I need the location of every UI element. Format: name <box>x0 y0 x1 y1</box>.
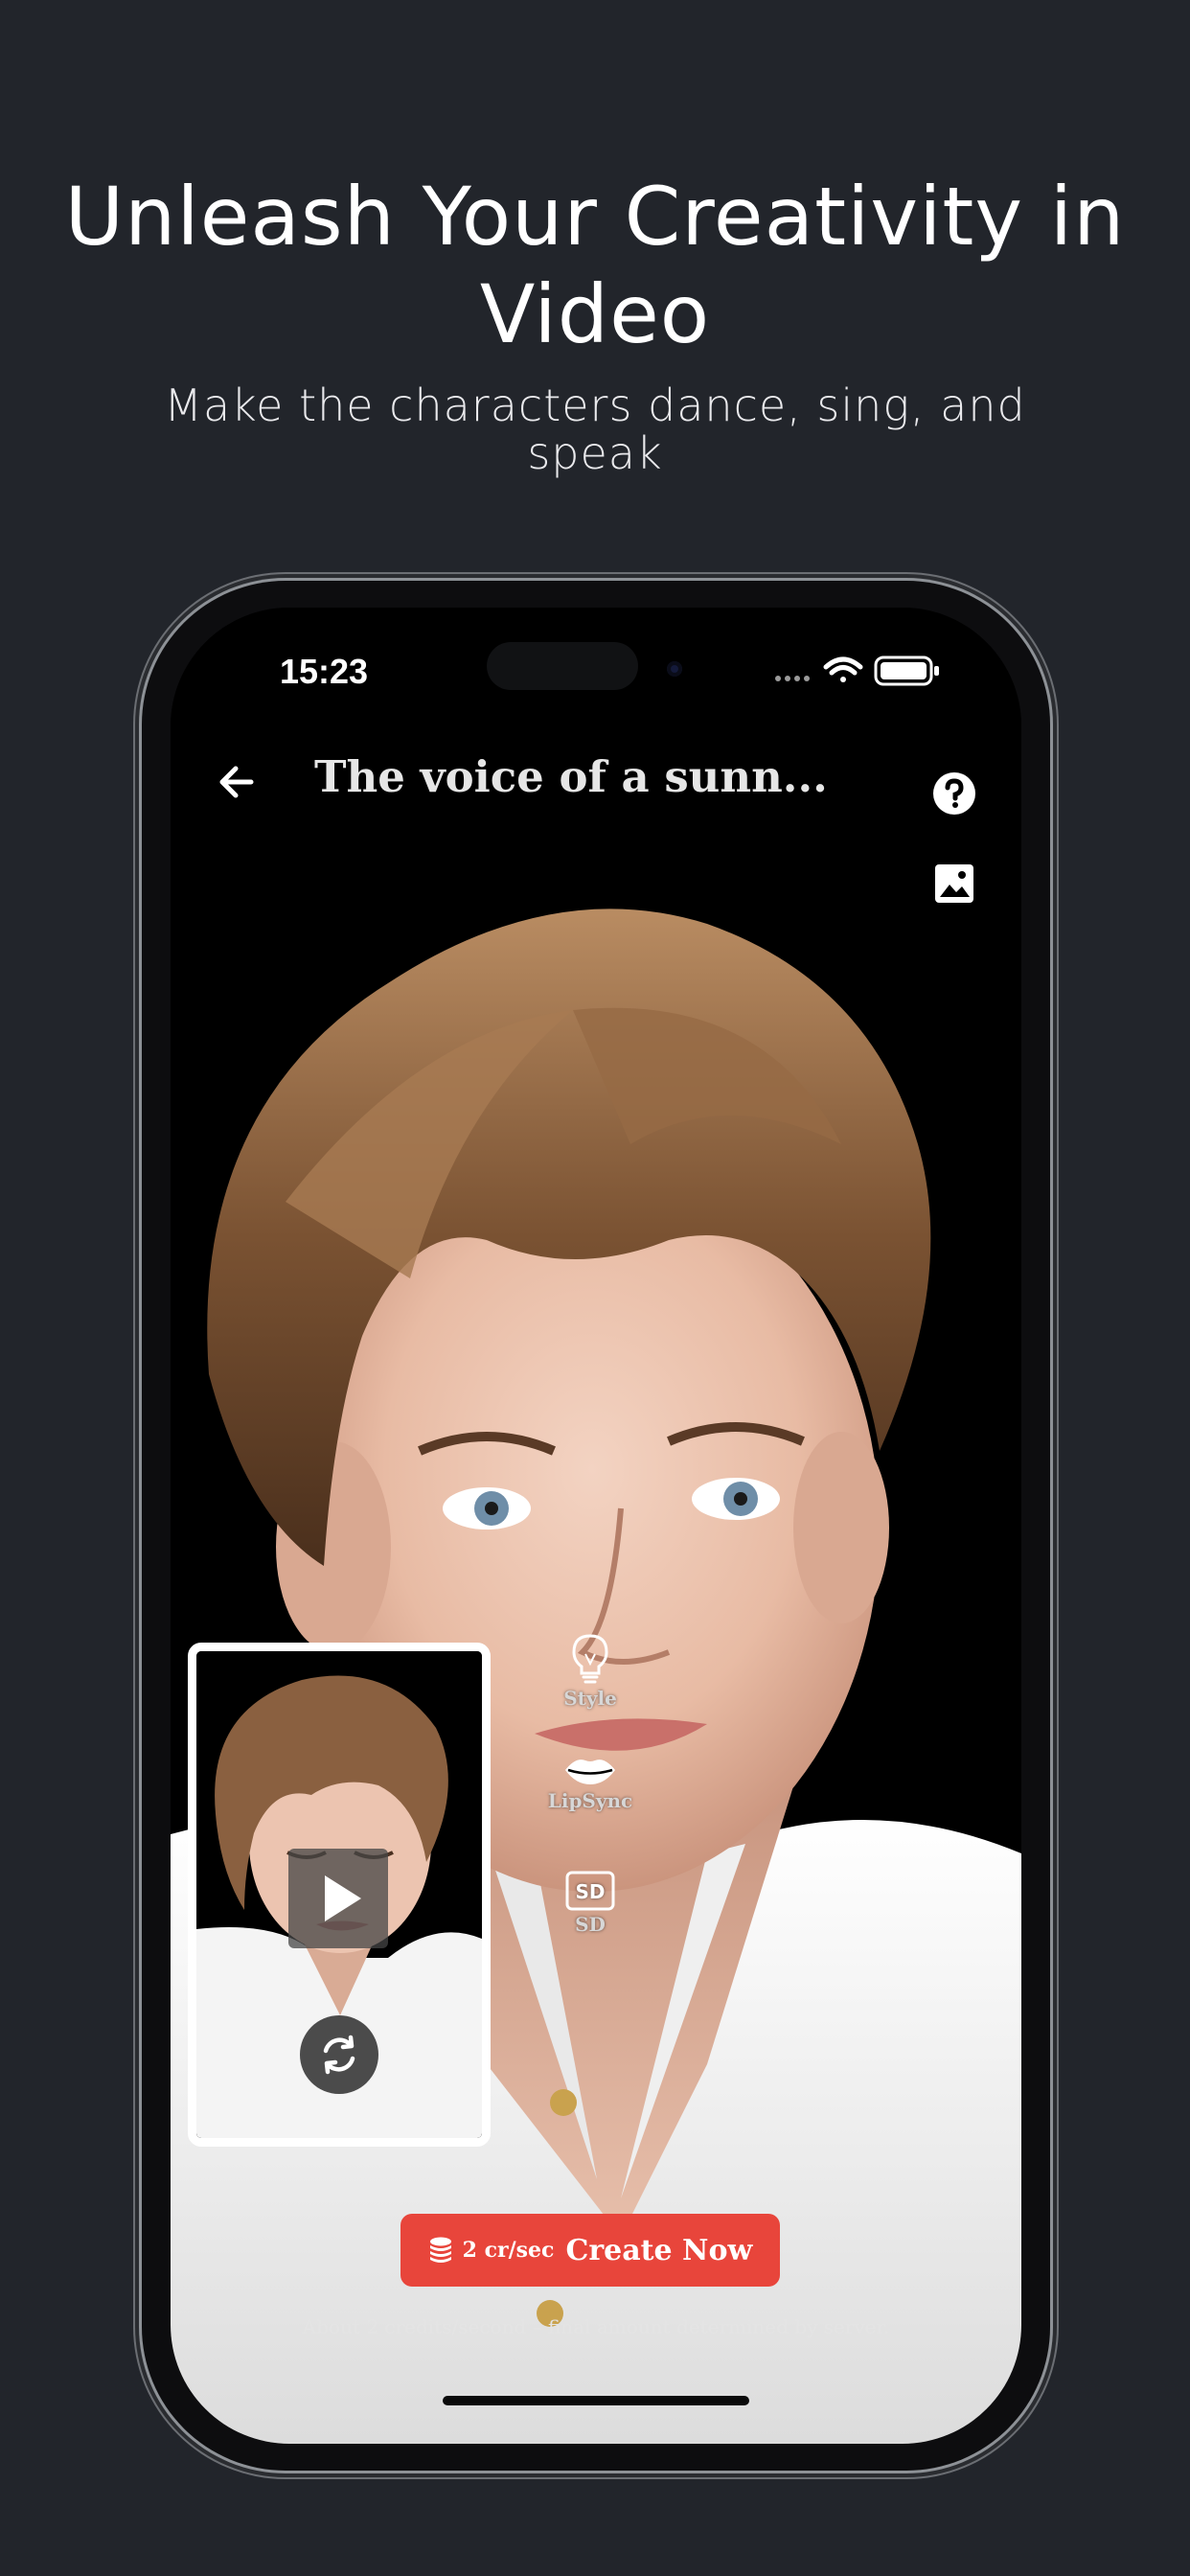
front-camera-icon <box>667 661 682 677</box>
wifi-icon <box>823 656 863 682</box>
battery-icon <box>874 656 939 686</box>
app-screen: 15:23 The voice of a sunn... Style LipSy… <box>171 608 1021 2444</box>
lightbulb-icon <box>572 1634 608 1684</box>
status-icons <box>775 656 939 686</box>
credit-note: About 2 credits/second – final amount de… <box>302 2315 890 2338</box>
play-icon <box>325 1875 361 1921</box>
tool-style-label: Style <box>563 1687 617 1710</box>
cellular-dots-icon <box>775 676 810 681</box>
tool-sd-label: SD <box>575 1913 606 1936</box>
promo-subtitle: Make the characters dance, sing, and spe… <box>125 381 1065 477</box>
arrow-left-icon[interactable] <box>209 753 266 811</box>
video-thumbnail[interactable] <box>188 1643 491 2147</box>
status-time: 15:23 <box>280 652 369 691</box>
create-now-button[interactable]: 2 cr/sec Create Now <box>400 2214 780 2287</box>
play-button[interactable] <box>288 1849 388 1948</box>
create-now-label: Create Now <box>565 2233 753 2267</box>
coins-icon <box>429 2237 451 2263</box>
question-circle-icon[interactable] <box>931 770 977 816</box>
lips-icon <box>565 1760 615 1784</box>
tool-style[interactable]: Style <box>538 1633 643 1710</box>
promo-title: Unleash Your Creativity in Video <box>0 168 1190 363</box>
tool-lipsync-label: LipSync <box>547 1789 633 1812</box>
promo-subtitle-text: Make the characters dance, sing, and spe… <box>164 380 1026 479</box>
sd-badge-icon: SD <box>565 1871 615 1911</box>
home-indicator[interactable] <box>443 2396 749 2405</box>
video-title: The voice of a sunn... <box>314 751 828 802</box>
image-icon[interactable] <box>933 862 975 905</box>
tool-sd[interactable]: SD SD <box>538 1871 643 1936</box>
promo-title-text: Unleash Your Creativity in Video <box>64 170 1126 361</box>
tool-lipsync[interactable]: LipSync <box>538 1753 643 1812</box>
svg-text:SD: SD <box>575 1880 605 1903</box>
refresh-icon <box>323 2035 355 2075</box>
portrait-image <box>171 608 1021 2444</box>
dynamic-island <box>487 642 638 690</box>
phone-frame: 15:23 The voice of a sunn... Style LipSy… <box>142 581 1050 2471</box>
cost-label: 2 cr/sec <box>462 2238 555 2263</box>
refresh-button[interactable] <box>300 2015 378 2094</box>
